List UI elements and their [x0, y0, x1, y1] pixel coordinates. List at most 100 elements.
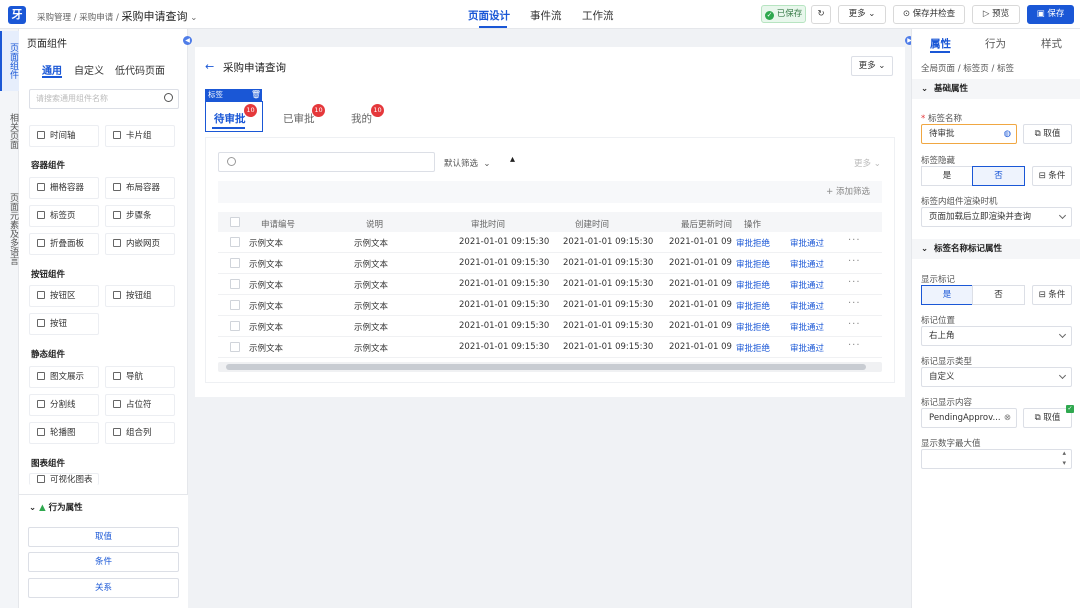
row-checkbox[interactable] [230, 237, 240, 247]
mark-position-select[interactable]: 右上角 [921, 326, 1072, 346]
component-button[interactable]: 按钮 [29, 313, 99, 335]
component-tabs[interactable]: 标签页 [29, 205, 99, 227]
tab-workflow[interactable]: 工作流 [582, 8, 614, 23]
reject-link[interactable]: 审批拒绝 [736, 321, 770, 333]
row-checkbox[interactable] [230, 342, 240, 352]
component-button-area[interactable]: 按钮区 [29, 285, 99, 307]
approve-link[interactable]: 审批通过 [790, 342, 824, 354]
row-checkbox[interactable] [230, 258, 240, 268]
component-placeholder[interactable]: 占位符 [105, 394, 175, 416]
component-steps[interactable]: 步骤条 [105, 205, 175, 227]
table-row[interactable]: 示例文本 示例文本 2021-01-01 09:15:30 2021-01-01 09… [218, 232, 882, 253]
table-row[interactable]: 示例文本 示例文本 2021-01-01 09:15:30 2021-01-01 09… [218, 316, 882, 337]
default-filter-dropdown[interactable]: 默认筛选 ⌄ [444, 157, 491, 169]
component-collapse[interactable]: 折叠面板 [29, 233, 99, 255]
show-mark-no-option[interactable]: 否 [972, 285, 1025, 305]
more-actions-icon[interactable]: ··· [848, 319, 861, 330]
component-layout-container[interactable]: 布局容器 [105, 177, 175, 199]
hide-yes-option[interactable]: 是 [921, 166, 973, 186]
mark-content-input[interactable]: PendingApprov... ⊗ [921, 408, 1017, 428]
approve-link[interactable]: 审批通过 [790, 258, 824, 270]
row-checkbox[interactable] [230, 321, 240, 331]
component-nav[interactable]: 导航 [105, 366, 175, 388]
component-search-input[interactable]: 请搜索通用组件名称 [29, 89, 179, 109]
trash-icon[interactable]: 🗑 [250, 89, 262, 101]
reject-link[interactable]: 审批拒绝 [736, 300, 770, 312]
behavior-relation-button[interactable]: 关系 [28, 578, 179, 598]
table-row[interactable]: 示例文本 示例文本 2021-01-01 09:15:30 2021-01-01 09… [218, 295, 882, 316]
table-row[interactable]: 示例文本 示例文本 2021-01-01 09:15:30 2021-01-01 09… [218, 253, 882, 274]
condition-button[interactable]: ⊟ 条件 [1032, 166, 1072, 186]
select-all-checkbox[interactable] [230, 217, 240, 227]
take-value-button[interactable]: ⧉ 取值 [1023, 124, 1072, 144]
column-header[interactable]: 创建时间 [575, 218, 609, 230]
refresh-button[interactable]: ↻ [811, 5, 831, 24]
filter-more-button[interactable]: 更多 ⌄ [854, 157, 881, 169]
row-checkbox[interactable] [230, 300, 240, 310]
more-actions-icon[interactable]: ··· [848, 298, 861, 309]
take-value-button[interactable]: ⧉ 取值 [1023, 408, 1072, 428]
component-carousel[interactable]: 轮播图 [29, 422, 99, 444]
more-actions-icon[interactable]: ··· [848, 235, 861, 246]
table-row[interactable]: 示例文本 示例文本 2021-01-01 09:15:30 2021-01-01 09… [218, 337, 882, 358]
save-check-button[interactable]: ⊙ 保存并检查 [893, 5, 965, 24]
section-basic-properties[interactable]: ⌄ 基础属性 [912, 79, 1080, 99]
rail-tab-page-components[interactable]: 页面组件 [0, 31, 19, 91]
component-timeline[interactable]: 时间轴 [29, 125, 99, 147]
tab-mine[interactable]: 我的 [351, 111, 372, 126]
component-button-group[interactable]: 按钮组 [105, 285, 175, 307]
tab-lowcode-page[interactable]: 低代码页面 [115, 62, 165, 77]
component-grid-container[interactable]: 栅格容器 [29, 177, 99, 199]
tab-custom[interactable]: 自定义 [74, 62, 104, 77]
tab-behavior[interactable]: 行为 [985, 36, 1006, 51]
column-header[interactable]: 说明 [366, 218, 383, 230]
tab-event-flow[interactable]: 事件流 [530, 8, 562, 23]
component-divider[interactable]: 分割线 [29, 394, 99, 416]
component-combo-column[interactable]: 组合列 [105, 422, 175, 444]
preview-button[interactable]: ▷ 预览 [972, 5, 1020, 24]
section-mark-properties[interactable]: ⌄ 标签名称标记属性 [912, 239, 1080, 259]
tag-name-input[interactable]: 待审批 ◍ [921, 124, 1017, 144]
approve-link[interactable]: 审批通过 [790, 237, 824, 249]
tab-general[interactable]: 通用 [42, 62, 62, 77]
column-header[interactable]: 最后更新时间 [681, 218, 732, 230]
behavior-condition-button[interactable]: 条件 [28, 552, 179, 572]
column-header[interactable]: 申请编号 [261, 218, 295, 230]
clear-icon[interactable]: ⊗ [1004, 409, 1011, 427]
more-actions-icon[interactable]: ··· [848, 256, 861, 267]
reject-link[interactable]: 审批拒绝 [736, 258, 770, 270]
condition-button[interactable]: ⊟ 条件 [1032, 285, 1072, 305]
component-image-text[interactable]: 图文展示 [29, 366, 99, 388]
column-header[interactable]: 操作 [744, 218, 761, 230]
tab-style[interactable]: 样式 [1041, 36, 1062, 51]
back-arrow-icon[interactable]: ← [205, 60, 214, 73]
sort-caret-icon[interactable]: ▴ [510, 154, 515, 165]
chevron-down-icon[interactable]: ⌄ [190, 13, 197, 23]
hide-no-option[interactable]: 否 [972, 166, 1025, 186]
horizontal-scrollbar[interactable] [218, 362, 882, 372]
column-header[interactable]: 审批时间 [471, 218, 505, 230]
filter-search-input[interactable] [218, 152, 435, 172]
tab-pending-approval[interactable]: 待审批 [214, 111, 246, 126]
more-actions-icon[interactable]: ··· [848, 277, 861, 288]
rail-tab-elements-i18n[interactable]: 页面元素及多语言 [0, 171, 19, 286]
stepper-icon[interactable]: ▴ ▾ [1062, 448, 1066, 468]
tab-page-design[interactable]: 页面设计 [468, 8, 510, 23]
approve-link[interactable]: 审批通过 [790, 300, 824, 312]
mark-type-select[interactable]: 自定义 [921, 367, 1072, 387]
breadcrumb-path[interactable]: 采购管理 / 采购申请 / [37, 13, 119, 23]
table-row[interactable]: 示例文本 示例文本 2021-01-01 09:15:30 2021-01-01 09… [218, 274, 882, 295]
approve-link[interactable]: 审批通过 [790, 321, 824, 333]
reject-link[interactable]: 审批拒绝 [736, 342, 770, 354]
add-filter-button[interactable]: + 添加筛选 [218, 181, 882, 203]
tab-approved[interactable]: 已审批 [283, 111, 315, 126]
behavior-take-value-button[interactable]: 取值 [28, 527, 179, 547]
more-actions-icon[interactable]: ··· [848, 340, 861, 351]
page-name[interactable]: 采购申请查询 [122, 10, 188, 23]
tab-properties[interactable]: 属性 [930, 36, 951, 51]
reject-link[interactable]: 审批拒绝 [736, 279, 770, 291]
approve-link[interactable]: 审批通过 [790, 279, 824, 291]
rail-tab-related-pages[interactable]: 相关页面 [0, 101, 19, 161]
canvas-more-button[interactable]: 更多 ⌄ [851, 56, 893, 76]
behavior-title[interactable]: ⌄ ▲ 行为属性 [29, 501, 83, 513]
